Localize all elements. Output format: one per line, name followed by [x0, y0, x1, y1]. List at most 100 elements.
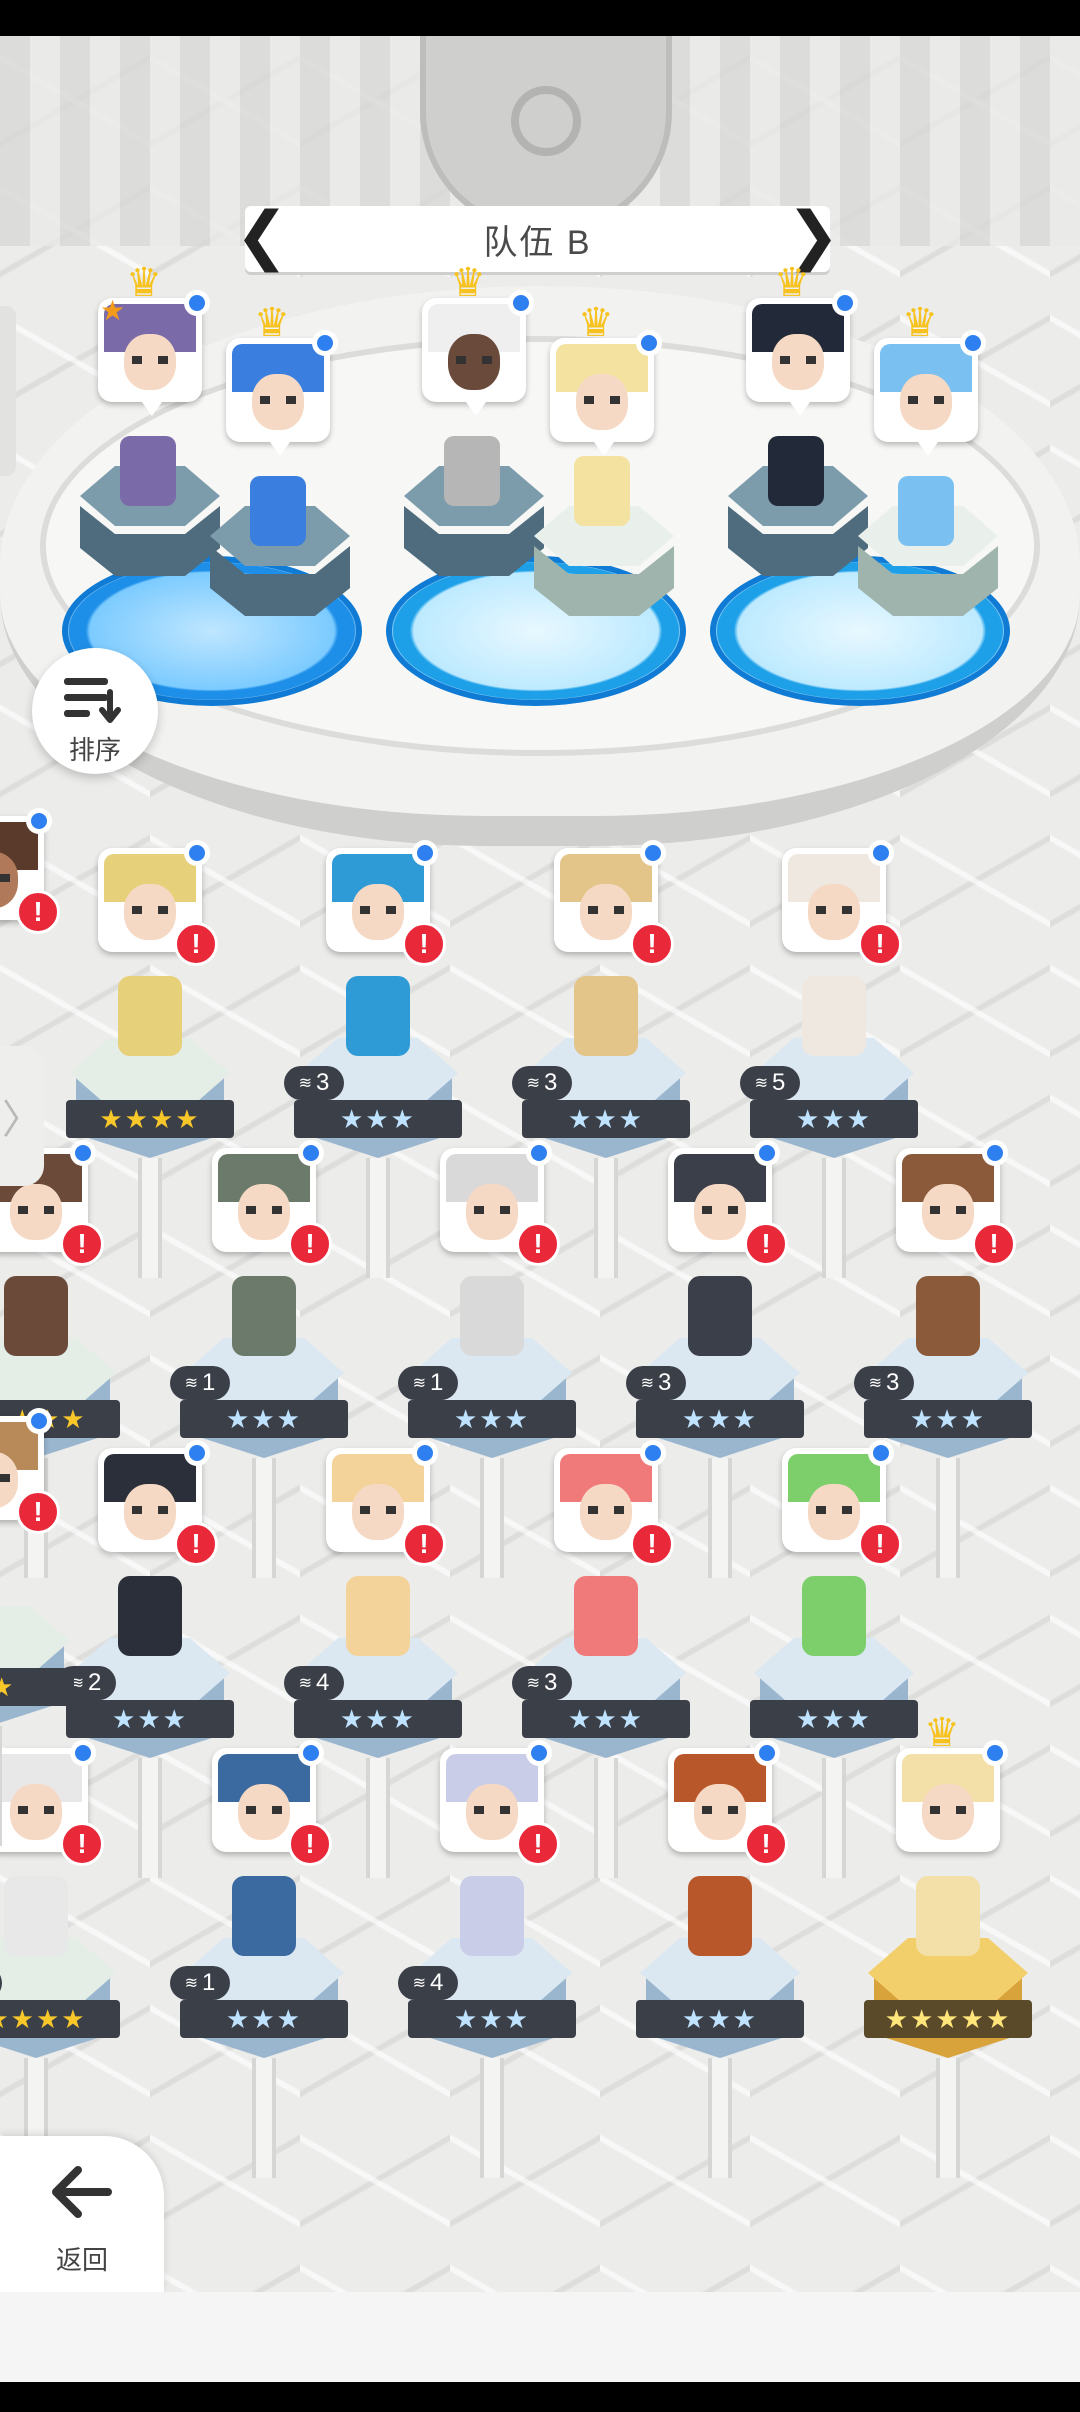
alert-icon: ! — [516, 1822, 560, 1866]
star-rating: ★★★ — [522, 1100, 690, 1138]
hero-portrait[interactable]: ! — [212, 1140, 332, 1266]
hero-portrait[interactable]: ! — [440, 1140, 560, 1266]
alert-icon: ! — [744, 1822, 788, 1866]
team-slot-sprite[interactable] — [250, 476, 306, 546]
team-slot-sprite[interactable] — [444, 436, 500, 506]
level-value: 3 — [544, 1069, 558, 1096]
hero-stand[interactable]: ★★★★★ — [864, 1876, 1032, 2178]
hero-stand[interactable]: ★★★ ≋ 2 — [56, 1576, 234, 1878]
owned-dot-icon — [312, 330, 338, 356]
hero-stand[interactable]: ★★★ — [750, 1576, 918, 1878]
hero-stand-partial[interactable]: ★★ — [0, 1606, 74, 1846]
system-nav-bar — [0, 2382, 1080, 2412]
crown-icon: ♛ — [774, 261, 810, 305]
hero-stand[interactable]: ★★★ ≋ 3 — [854, 1276, 1032, 1578]
owned-dot-icon — [982, 1740, 1008, 1766]
hero-stand[interactable]: ★★★★≋3 — [0, 1876, 120, 2178]
owned-dot-icon — [298, 1740, 324, 1766]
team-slot-sprite[interactable] — [120, 436, 176, 506]
hero-portrait[interactable]: ! — [326, 840, 446, 966]
hero-stand[interactable]: ★★★ ≋ 4 — [398, 1876, 576, 2178]
sort-button[interactable]: 排序 — [32, 648, 158, 774]
alert-icon: ! — [174, 922, 218, 966]
layers-icon: ≋ — [526, 1075, 541, 1092]
team-slot-sprite[interactable] — [574, 456, 630, 526]
hero-stand[interactable]: ★★★ ≋ 1 — [170, 1276, 348, 1578]
game-scene: ❮ 队伍 B ❯ ♛ ★ ♛ ♛ ♛ ♛ ♛ ! ★★★★! ★★★ ≋ 3! ★★★ ≋ 3!… — [0, 36, 1080, 2292]
hero-portrait[interactable]: ! — [554, 840, 674, 966]
team-slot-sprite[interactable] — [768, 436, 824, 506]
hero-stand[interactable]: ★★★ ≋ 3 — [512, 1576, 690, 1878]
hero-stand[interactable]: ★★★ — [636, 1876, 804, 2178]
hero-portrait[interactable]: ! — [98, 1440, 218, 1566]
hero-portrait[interactable]: ! — [440, 1740, 560, 1866]
layers-icon: ≋ — [298, 1075, 313, 1092]
hero-portrait[interactable]: ! — [668, 1140, 788, 1266]
alert-icon: ! — [858, 922, 902, 966]
layers-icon: ≋ — [184, 1975, 199, 1992]
hero-portrait[interactable]: ! — [212, 1740, 332, 1866]
arrow-left-icon — [52, 2166, 112, 2218]
level-value: 4 — [430, 1969, 444, 1996]
crown-icon: ♛ — [126, 261, 162, 305]
side-drawer-tab[interactable]: 〉 — [0, 1046, 44, 1186]
alert-icon: ! — [972, 1222, 1016, 1266]
hero-sprite — [232, 1276, 296, 1356]
hero-portrait[interactable]: ♛ — [896, 1711, 1008, 1852]
owned-dot-icon — [412, 1440, 438, 1466]
team-portrait[interactable]: ♛ ★ — [98, 261, 210, 416]
star-rating: ★★★★ — [66, 1100, 234, 1138]
alert-icon: ! — [174, 1522, 218, 1566]
team-next-button[interactable]: ❯ — [786, 202, 840, 268]
hero-stand[interactable]: ★★★ ≋ 1 — [170, 1876, 348, 2178]
hero-portrait[interactable]: ! — [782, 840, 902, 966]
team-slot-sprite[interactable] — [898, 476, 954, 546]
hero-portrait[interactable]: ! — [782, 1440, 902, 1566]
level-value: 1 — [430, 1369, 444, 1396]
hero-stand[interactable]: ★★★ ≋ 3 — [626, 1276, 804, 1578]
team-portrait[interactable]: ♛ — [874, 301, 986, 456]
owned-dot-icon — [640, 1440, 666, 1466]
hero-stand[interactable]: ★★★ ≋ 1 — [398, 1276, 576, 1578]
hero-stand[interactable]: ★★★★ — [66, 976, 234, 1278]
level-badge: ≋ 1 — [398, 1366, 458, 1400]
owned-dot-icon — [636, 330, 662, 356]
hero-stand[interactable]: ★★★ ≋ 3 — [512, 976, 690, 1278]
hero-portrait[interactable]: ! — [326, 1440, 446, 1566]
level-value: 3 — [658, 1369, 672, 1396]
hero-portrait-partial[interactable]: ! — [0, 1408, 60, 1534]
sort-list-icon — [64, 678, 121, 723]
side-tab-upper[interactable] — [0, 306, 16, 476]
owned-dot-icon — [982, 1140, 1008, 1166]
team-portrait[interactable]: ♛ — [550, 301, 662, 456]
team-prev-button[interactable]: ❮ — [235, 202, 289, 268]
hero-stand[interactable]: ★★★ ≋ 3 — [284, 976, 462, 1278]
star-rating: ★★★ — [180, 2000, 348, 2038]
star-rating: ★★★ — [408, 1400, 576, 1438]
hero-sprite — [346, 1576, 410, 1656]
hero-portrait[interactable]: ! — [896, 1140, 1016, 1266]
hero-sprite — [574, 976, 638, 1056]
hero-portrait[interactable]: ! — [554, 1440, 674, 1566]
hero-stand[interactable]: ★★★ ≋ 4 — [284, 1576, 462, 1878]
layers-icon: ≋ — [412, 1975, 427, 1992]
alert-icon: ! — [16, 1490, 60, 1534]
level-badge: ≋3 — [512, 1066, 572, 1100]
crown-icon: ♛ — [924, 1711, 960, 1755]
hero-portrait-partial[interactable]: ! — [0, 808, 60, 934]
layers-icon: ≋ — [640, 1375, 655, 1392]
chevron-right-icon: 〉 — [2, 1098, 42, 1142]
team-portrait[interactable]: ♛ — [226, 301, 338, 456]
owned-dot-icon — [508, 290, 534, 316]
hero-sprite — [4, 1876, 68, 1956]
team-portrait[interactable]: ♛ — [746, 261, 858, 416]
hero-sprite — [346, 976, 410, 1056]
hero-stand[interactable]: ★★★ ≋ 5 — [740, 976, 918, 1278]
team-portrait[interactable]: ♛ — [422, 261, 534, 416]
hero-portrait[interactable]: ! — [98, 840, 218, 966]
back-label: 返回 — [55, 2245, 108, 2275]
owned-dot-icon — [184, 840, 210, 866]
back-button[interactable]: 返回 — [0, 2136, 164, 2292]
alert-icon: ! — [60, 1822, 104, 1866]
hero-portrait[interactable]: ! — [668, 1740, 788, 1866]
